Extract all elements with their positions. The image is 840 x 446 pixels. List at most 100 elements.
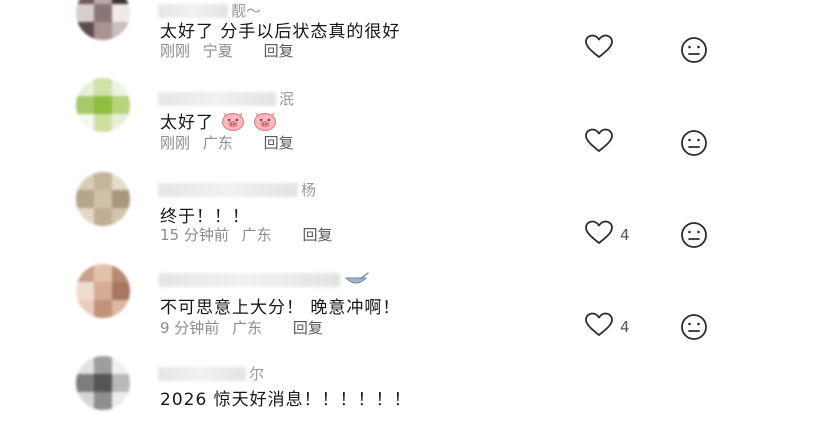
avatar-pixel bbox=[94, 114, 112, 132]
reply-button[interactable]: 回复 bbox=[293, 319, 323, 337]
avatar-pixel bbox=[112, 300, 130, 318]
neutral-face-icon bbox=[680, 37, 708, 68]
dislike-button[interactable] bbox=[680, 129, 708, 157]
avatar-pixel bbox=[76, 356, 94, 374]
comment-time: 9 分钟前 bbox=[160, 319, 220, 337]
comment-location: 广东 bbox=[241, 226, 272, 244]
avatar-pixel bbox=[76, 96, 94, 114]
avatar-pixel bbox=[112, 4, 130, 22]
comment-list: 靓～ 太好了 分手以后状态真的很好 刚刚 宁夏 回复 泯 太好了 刚刚 广东 回… bbox=[0, 0, 840, 410]
heart-icon bbox=[584, 312, 614, 342]
avatar-pixel bbox=[94, 22, 112, 40]
avatar-pixel bbox=[76, 190, 94, 208]
pig-face-emoji bbox=[253, 112, 276, 131]
neutral-face-icon bbox=[680, 314, 708, 345]
neutral-face-icon bbox=[680, 130, 708, 161]
avatar-pixel bbox=[76, 392, 94, 410]
avatar-pixel bbox=[76, 78, 94, 96]
reply-button[interactable]: 回复 bbox=[302, 226, 332, 244]
avatar-pixel bbox=[94, 374, 112, 392]
blurred-username bbox=[158, 272, 340, 287]
heart-icon bbox=[584, 128, 614, 158]
comment-meta: 9 分钟前 广东 回复 bbox=[160, 317, 323, 338]
dislike-button[interactable] bbox=[680, 313, 708, 341]
comment-location: 广东 bbox=[232, 319, 263, 337]
avatar-pixel bbox=[112, 78, 130, 96]
avatar-pixel bbox=[94, 190, 112, 208]
comment-item: 尔 2026 惊天好消息！！！！！！ bbox=[0, 354, 840, 446]
avatar-pixel bbox=[112, 282, 130, 300]
comment-time: 15 分钟前 bbox=[160, 226, 229, 244]
comment-time: 刚刚 bbox=[160, 134, 191, 152]
comment-item: 杨 终于！！！ 15 分钟前 广东 回复 4 bbox=[0, 170, 840, 262]
avatar[interactable] bbox=[76, 172, 130, 226]
heart-icon bbox=[584, 34, 614, 64]
avatar[interactable] bbox=[76, 0, 130, 40]
avatar-pixel bbox=[94, 264, 112, 282]
like-count: 4 bbox=[620, 318, 630, 336]
avatar-pixel bbox=[94, 392, 112, 410]
bowl-badge-icon bbox=[344, 271, 369, 283]
avatar-pixel bbox=[76, 22, 94, 40]
avatar-pixel bbox=[76, 264, 94, 282]
comment-location: 宁夏 bbox=[202, 42, 233, 60]
avatar-pixel bbox=[76, 208, 94, 226]
comment-meta: 刚刚 宁夏 回复 bbox=[160, 40, 294, 61]
comment-text: 太好了 分手以后状态真的很好 bbox=[160, 22, 401, 42]
blurred-username bbox=[158, 91, 276, 106]
avatar-pixel bbox=[94, 78, 112, 96]
avatar-pixel bbox=[94, 208, 112, 226]
avatar-pixel bbox=[94, 356, 112, 374]
heart-icon bbox=[584, 220, 614, 250]
dislike-button[interactable] bbox=[680, 36, 708, 64]
blurred-username bbox=[158, 3, 228, 18]
username[interactable] bbox=[158, 270, 370, 288]
username[interactable]: 杨 bbox=[158, 179, 316, 200]
comment-text: 太好了 bbox=[160, 108, 277, 133]
avatar-pixel bbox=[76, 282, 94, 300]
avatar-pixel bbox=[112, 114, 130, 132]
avatar-pixel bbox=[76, 114, 94, 132]
avatar-pixel bbox=[94, 282, 112, 300]
reply-button[interactable]: 回复 bbox=[264, 134, 294, 152]
avatar-pixel bbox=[112, 392, 130, 410]
comment-text: 2026 惊天好消息！！！！！！ bbox=[160, 390, 412, 410]
avatar-pixel bbox=[112, 356, 130, 374]
comment-item: 泯 太好了 刚刚 广东 回复 bbox=[0, 78, 840, 170]
dislike-button[interactable] bbox=[680, 221, 708, 249]
comment-item: 靓～ 太好了 分手以后状态真的很好 刚刚 宁夏 回复 bbox=[0, 0, 840, 78]
like-button[interactable]: 4 bbox=[584, 220, 630, 250]
avatar-pixel bbox=[94, 4, 112, 22]
avatar-pixel bbox=[76, 4, 94, 22]
comment-meta: 刚刚 广东 回复 bbox=[160, 132, 294, 153]
avatar-pixel bbox=[112, 96, 130, 114]
avatar-pixel bbox=[76, 374, 94, 392]
comment-meta: 15 分钟前 广东 回复 bbox=[160, 224, 332, 245]
comment-text: 不可思意上大分！ 晚意冲啊！ bbox=[160, 298, 401, 318]
avatar-pixel bbox=[112, 264, 130, 282]
blurred-username bbox=[158, 366, 246, 381]
pig-face-emoji bbox=[222, 112, 245, 131]
reply-button[interactable]: 回复 bbox=[264, 42, 294, 60]
avatar-pixel bbox=[112, 22, 130, 40]
like-button[interactable]: 4 bbox=[584, 312, 630, 342]
username[interactable]: 尔 bbox=[158, 363, 264, 384]
avatar[interactable] bbox=[76, 264, 130, 318]
like-button[interactable] bbox=[584, 34, 620, 64]
comment-location: 广东 bbox=[202, 134, 233, 152]
avatar-pixel bbox=[76, 300, 94, 318]
avatar-pixel bbox=[94, 96, 112, 114]
avatar[interactable] bbox=[76, 356, 130, 410]
avatar-pixel bbox=[112, 190, 130, 208]
avatar-pixel bbox=[94, 300, 112, 318]
like-count: 4 bbox=[620, 226, 630, 244]
avatar-pixel bbox=[112, 374, 130, 392]
comment-item: 不可思意上大分！ 晚意冲啊！ 9 分钟前 广东 回复 4 bbox=[0, 262, 840, 354]
avatar-pixel bbox=[76, 172, 94, 190]
avatar-pixel bbox=[94, 172, 112, 190]
neutral-face-icon bbox=[680, 222, 708, 253]
like-button[interactable] bbox=[584, 128, 620, 158]
avatar[interactable] bbox=[76, 78, 130, 132]
username[interactable]: 泯 bbox=[158, 88, 294, 109]
avatar-pixel bbox=[112, 208, 130, 226]
